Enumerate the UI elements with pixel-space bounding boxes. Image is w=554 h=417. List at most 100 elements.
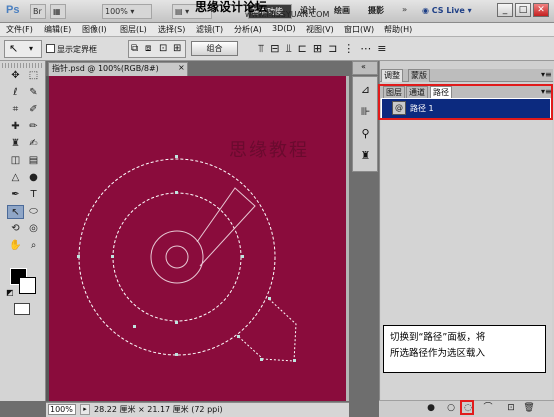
quick-select-tool-icon[interactable]: ✎ — [25, 86, 42, 100]
navigator-icon[interactable]: ⊿ — [358, 83, 373, 97]
move-tool-icon[interactable]: ✥ — [7, 69, 24, 83]
outer-circle-path — [78, 158, 276, 356]
lasso-tool-icon[interactable]: ℓ — [7, 86, 24, 100]
history-brush-tool-icon[interactable]: ✍ — [25, 137, 42, 151]
menu-file[interactable]: 文件(F) — [6, 24, 33, 35]
document-tab[interactable]: 指针.psd @ 100%(RGB/8#) — [48, 62, 188, 76]
zoom-dropdown[interactable]: 100% ▾ — [102, 4, 152, 19]
tab-adjustments[interactable]: 调整 — [381, 69, 403, 82]
top-panel-tabs — [380, 69, 553, 82]
make-work-path-icon[interactable]: ⌒ — [482, 403, 494, 414]
stroke-path-icon[interactable]: ○ — [445, 403, 457, 414]
move-cursor-icon: ↖ — [9, 42, 19, 55]
add-path-icon[interactable]: ⧉ — [131, 43, 138, 54]
exclude-path-icon[interactable]: ⊞ — [173, 43, 181, 54]
show-bounding-box-checkbox[interactable] — [46, 44, 55, 53]
menu-window[interactable]: 窗口(W) — [344, 24, 374, 35]
default-colors-icon[interactable]: ◩ — [6, 288, 14, 297]
document-close-icon[interactable]: × — [178, 63, 187, 73]
menu-layer[interactable]: 图层(L) — [120, 24, 147, 35]
options-bar: ↖ ▾ 显示定界框 ⧉ ⧈ ⊡ ⊞ 组合 ⫪⊟⫫⊏⊞⊐⋮⋯≡ — [0, 37, 554, 61]
menu-3d[interactable]: 3D(D) — [272, 24, 296, 33]
quick-mask-icon[interactable] — [14, 303, 30, 315]
marquee-tool-icon[interactable]: ⬚ — [25, 69, 42, 83]
status-menu-icon[interactable]: ▸ — [80, 404, 90, 415]
new-path-icon[interactable]: ⊡ — [505, 403, 517, 414]
pointer-path — [238, 298, 297, 362]
align-left-icon[interactable]: ⊏ — [298, 42, 313, 55]
blur-tool-icon[interactable]: △ — [7, 171, 24, 185]
workspace-paint[interactable]: 绘画 — [334, 5, 350, 18]
zoom-field[interactable]: 100% — [48, 404, 76, 415]
photoshop-logo: Ps — [6, 4, 20, 16]
close-button[interactable]: ✕ — [533, 3, 549, 17]
menu-bar: 文件(F) 编辑(E) 图像(I) 图层(L) 选择(S) 滤镜(T) 分析(A… — [0, 23, 554, 37]
align-top-icon[interactable]: ⫪ — [258, 42, 270, 55]
workspace-more-icon[interactable]: » — [402, 5, 407, 18]
menu-filter[interactable]: 滤镜(T) — [196, 24, 223, 35]
gradient-tool-icon[interactable]: ▤ — [25, 154, 42, 168]
align-right-icon[interactable]: ⊐ — [328, 42, 343, 55]
distribute-v-icon[interactable]: ≡ — [377, 42, 392, 55]
combine-button[interactable]: 组合 — [191, 41, 238, 56]
menu-edit[interactable]: 编辑(E) — [44, 24, 71, 35]
3d-orbit-tool-icon[interactable]: ◎ — [25, 222, 42, 236]
cs-live-button[interactable]: ◉ CS Live ▾ — [422, 4, 477, 19]
show-bounding-box-label: 显示定界框 — [57, 45, 97, 54]
shape-tool-icon[interactable]: ⬭ — [25, 205, 42, 219]
bridge-icon[interactable]: Br — [30, 4, 46, 19]
canvas[interactable]: 思缘教程 — [49, 76, 346, 401]
minimize-button[interactable]: _ — [497, 3, 513, 17]
adjust-icon[interactable]: ⊪ — [358, 105, 373, 119]
align-center-icon[interactable]: ⊞ — [313, 42, 328, 55]
path-drawing — [77, 155, 297, 362]
intersect-path-icon[interactable]: ⊡ — [159, 43, 167, 54]
eyedropper-tool-icon[interactable]: ✐ — [25, 103, 42, 117]
cs-live-label: CS Live — [431, 6, 465, 15]
hand-tool-icon[interactable]: ✋ — [7, 239, 24, 253]
align-bottom-icon[interactable]: ⫫ — [285, 42, 297, 55]
menu-image[interactable]: 图像(I) — [82, 24, 107, 35]
pen-tool-icon[interactable]: ✒ — [7, 188, 24, 202]
highlight-load-selection — [460, 400, 474, 415]
align-icons-group: ⫪⊟⫫⊏⊞⊐⋮⋯≡ — [258, 42, 393, 56]
3d-rotate-tool-icon[interactable]: ⟲ — [7, 222, 24, 236]
maximize-button[interactable]: □ — [515, 3, 531, 17]
type-tool-icon[interactable]: T — [25, 188, 42, 202]
distribute-icon[interactable]: ⋮ — [343, 42, 360, 55]
mini-dock: ⊿ ⊪ ⚲ ♜ — [352, 76, 378, 172]
menu-help[interactable]: 帮助(H) — [384, 24, 412, 35]
workspace-photo[interactable]: 摄影 — [368, 5, 384, 18]
eraser-tool-icon[interactable]: ◫ — [7, 154, 24, 168]
brush-tool-icon[interactable]: ✏ — [25, 120, 42, 134]
hub-circle — [150, 230, 204, 284]
path-selection-tool-icon[interactable]: ↖ — [7, 205, 24, 219]
collapse-icon[interactable]: « — [361, 62, 366, 71]
scrollbar[interactable] — [346, 76, 349, 401]
stamp-tool-icon[interactable]: ♜ — [7, 137, 24, 151]
fill-path-icon[interactable]: ● — [425, 403, 437, 414]
extras-icon[interactable]: ▦ — [50, 4, 66, 19]
hub-inner-circle — [165, 245, 189, 269]
background-color-swatch[interactable] — [19, 277, 36, 294]
crop-tool-icon[interactable]: ⌗ — [7, 103, 24, 117]
distribute-h-icon[interactable]: ⋯ — [360, 42, 377, 55]
note-line-2: 所选路径作为选区载入 — [390, 348, 486, 359]
stamp-icon[interactable]: ♜ — [358, 149, 373, 163]
panel-grip[interactable] — [2, 63, 42, 68]
tool-preset-picker[interactable]: ↖ ▾ — [4, 40, 42, 58]
highlight-paths-tab — [378, 84, 553, 120]
app-bar: Ps Br ▦ 100% ▾ ▤ ▾ 基本功能 设计 绘画 摄影 » ◉ CS … — [0, 0, 554, 23]
menu-select[interactable]: 选择(S) — [158, 24, 185, 35]
zoom-tool-icon[interactable]: ⌕ — [25, 239, 42, 253]
tab-masks[interactable]: 蒙版 — [408, 69, 430, 82]
align-middle-icon[interactable]: ⊟ — [270, 42, 285, 55]
healing-tool-icon[interactable]: ✚ — [7, 120, 24, 134]
delete-path-icon[interactable]: 🗑 — [523, 403, 535, 414]
subtract-path-icon[interactable]: ⧈ — [145, 43, 151, 54]
menu-view[interactable]: 视图(V) — [306, 24, 334, 35]
panel-menu-icon[interactable]: ▾≡ — [541, 70, 552, 79]
dodge-tool-icon[interactable]: ● — [25, 171, 42, 185]
menu-analysis[interactable]: 分析(A) — [234, 24, 262, 35]
clone-source-icon[interactable]: ⚲ — [358, 127, 373, 141]
